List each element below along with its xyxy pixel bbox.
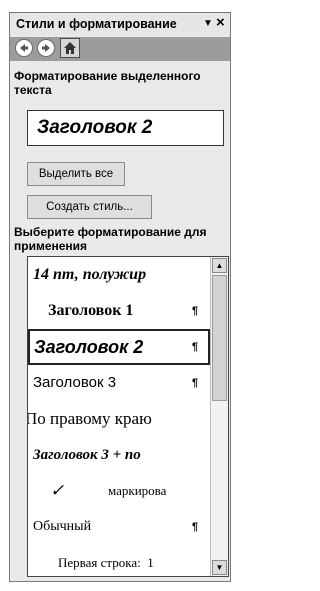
style-item-label: По правому краю <box>27 409 152 428</box>
style-list-item[interactable]: По правому краю <box>28 401 210 437</box>
new-style-button[interactable]: Создать стиль... <box>27 195 152 219</box>
scroll-up-arrow-icon: ▲ <box>215 261 224 270</box>
home-button[interactable] <box>60 38 80 58</box>
style-item-label: Заголовок 1 <box>48 302 134 319</box>
current-style-name: Заголовок 2 <box>37 117 153 138</box>
paragraph-mark-icon: ¶ <box>192 521 199 533</box>
style-item-label: маркирова <box>108 483 167 498</box>
back-button[interactable] <box>15 39 33 57</box>
select-all-button[interactable]: Выделить все <box>27 162 125 186</box>
forward-arrow-icon <box>42 44 50 52</box>
style-list-item[interactable]: ✓ маркирова <box>28 473 210 509</box>
style-item-label: Первая строка: 1 <box>58 555 154 570</box>
style-list-item[interactable]: Обычный ¶ <box>28 509 210 545</box>
paragraph-mark-icon: ¶ <box>192 377 199 389</box>
styles-formatting-pane: Стили и форматирование ▼ × Форматировани… <box>9 12 231 582</box>
style-item-label: Обычный <box>33 519 92 534</box>
back-arrow-icon <box>20 44 28 52</box>
scroll-down-arrow-icon: ▼ <box>215 563 224 572</box>
task-pane-nav-bar <box>10 37 230 61</box>
style-list-item[interactable]: Заголовок 3 + по <box>28 437 210 473</box>
scroll-thumb[interactable] <box>212 275 227 401</box>
style-item-label: Заголовок 3 + по <box>33 447 141 463</box>
style-list-item[interactable]: 14 пт, полужир <box>28 257 210 293</box>
pane-title-bar: Стили и форматирование ▼ × <box>10 13 230 35</box>
style-list-item[interactable]: Заголовок 3 ¶ <box>28 365 210 401</box>
current-style-box: Заголовок 2 <box>27 110 224 146</box>
choose-formatting-heading: Выберите форматирование для применения <box>14 225 207 253</box>
style-list-scrollbar[interactable]: ▲ ▼ <box>210 257 228 576</box>
home-icon <box>64 42 76 54</box>
paragraph-mark-icon: ¶ <box>192 305 199 317</box>
pane-title: Стили и форматирование <box>16 17 177 31</box>
style-item-label: Заголовок 3 <box>33 374 117 391</box>
format-selected-text-heading: Форматирование выделенного текста <box>14 69 201 97</box>
paragraph-mark-icon: ¶ <box>192 341 199 353</box>
style-list: 14 пт, полужир Заголовок 1 ¶ Заголовок 2… <box>27 256 229 577</box>
style-item-label: 14 пт, полужир <box>33 266 147 283</box>
style-list-item[interactable]: Заголовок 1 ¶ <box>28 293 210 329</box>
style-item-label: Заголовок 2 <box>34 337 144 357</box>
style-list-item[interactable]: Первая строка: 1 <box>28 545 210 576</box>
forward-button[interactable] <box>37 39 55 57</box>
check-icon: ✓ <box>50 481 65 500</box>
scroll-up-button[interactable]: ▲ <box>212 258 227 273</box>
scroll-down-button[interactable]: ▼ <box>212 560 227 575</box>
close-icon[interactable]: × <box>216 14 225 32</box>
style-list-item-selected[interactable]: Заголовок 2 ¶ <box>28 329 210 365</box>
dropdown-arrow-icon[interactable]: ▼ <box>203 18 213 30</box>
